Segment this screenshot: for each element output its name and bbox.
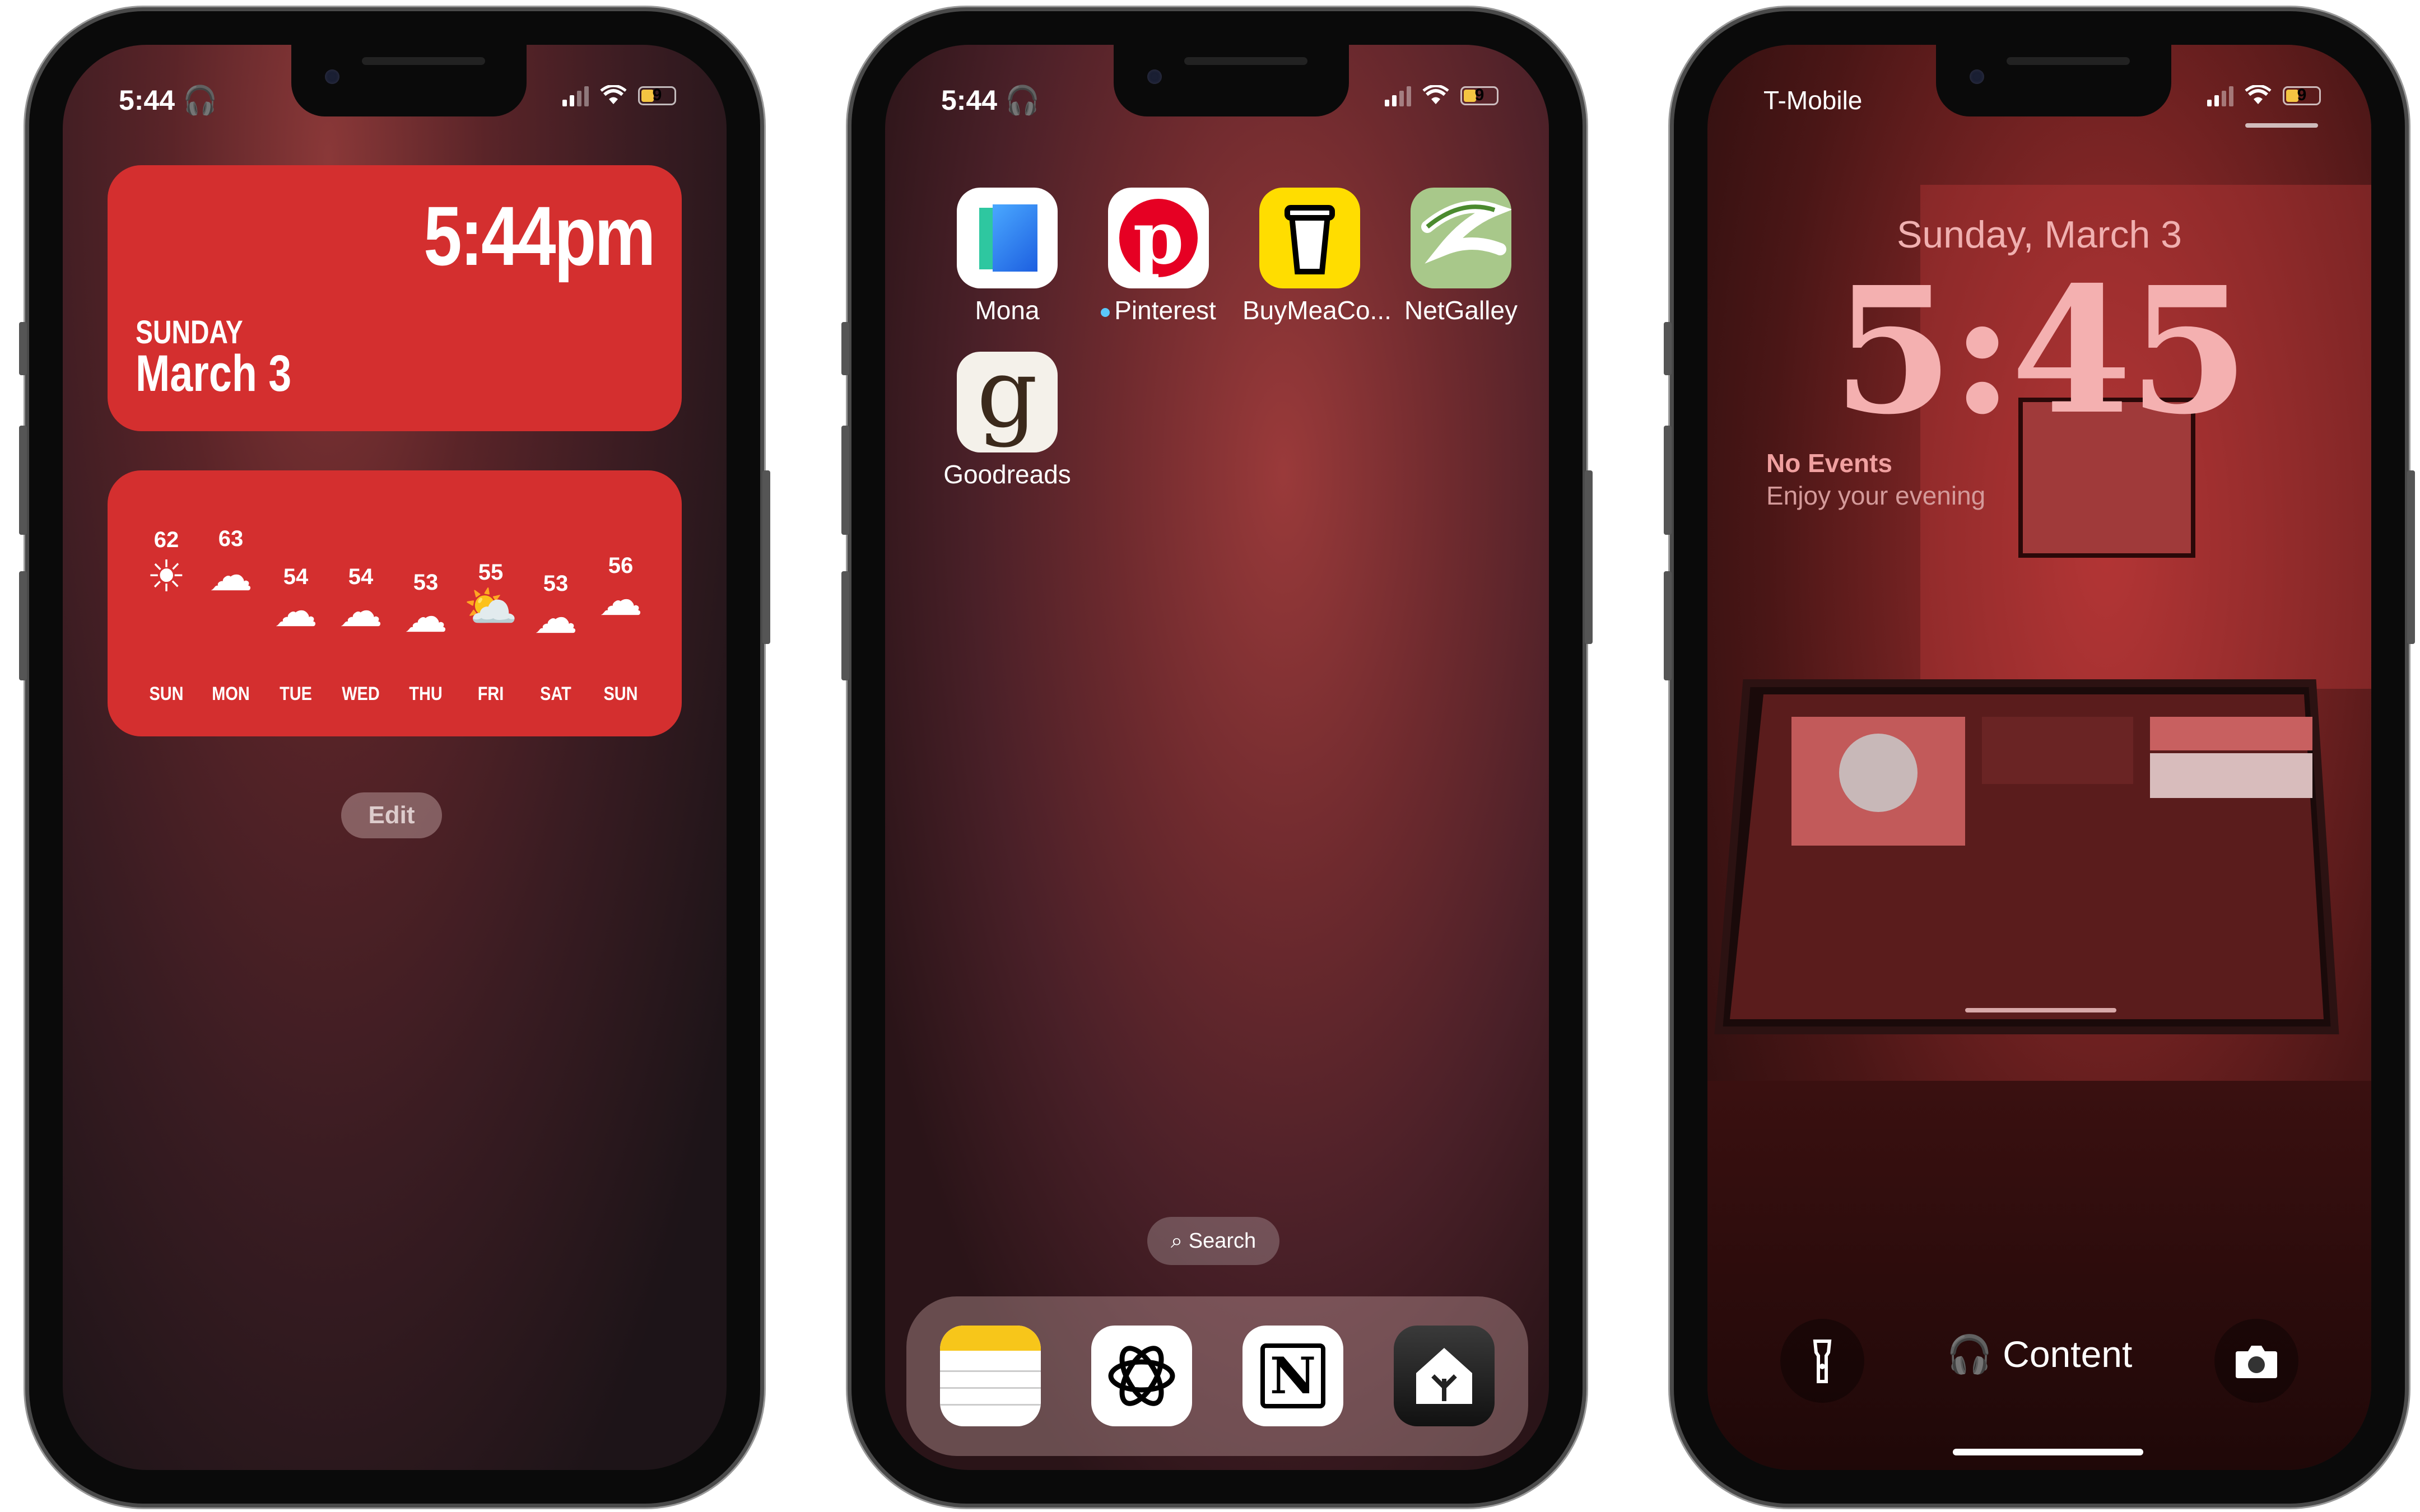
battery-icon: 9: [1460, 86, 1498, 105]
notch: [291, 45, 527, 116]
volume-up-button: [19, 426, 27, 535]
power-button: [1585, 470, 1593, 644]
speaker: [2007, 57, 2130, 65]
wifi-icon: [2245, 85, 2272, 104]
widget-date: March 3: [136, 345, 292, 402]
headphones-icon: 🎧: [1946, 1333, 1993, 1375]
app-pinterest[interactable]: p Pinterest: [1091, 188, 1226, 325]
volume-down-button: [19, 571, 27, 680]
goodreads-app-icon: g: [957, 352, 1058, 452]
cellular-signal-icon: [2207, 85, 2233, 106]
volume-up-button: [1664, 426, 1672, 535]
headphones-icon: 🎧: [182, 85, 218, 116]
notes-app-icon[interactable]: [940, 1326, 1041, 1426]
calendar-events-title[interactable]: No Events: [1766, 448, 1892, 478]
lock-time: 5:45: [1832, 249, 2250, 453]
app-goodreads[interactable]: g Goodreads: [940, 352, 1074, 489]
screen: 5:44 🎧 9 Mona p Pinterest BuyMeaCo... Ne…: [885, 45, 1549, 1470]
status-time: 5:44 🎧: [941, 85, 1040, 116]
side-button: [19, 322, 27, 375]
notion-app-icon[interactable]: N: [1242, 1326, 1343, 1426]
notch: [1936, 45, 2171, 116]
side-button: [1664, 322, 1672, 375]
control-center-indicator[interactable]: [2245, 123, 2318, 128]
clock-widget[interactable]: 5:44pm SUNDAY March 3: [108, 165, 682, 431]
widget-time: 5:44pm: [423, 189, 655, 283]
mona-app-icon: [957, 188, 1058, 288]
buymeacoffee-app-icon: [1259, 188, 1360, 288]
speaker: [362, 57, 485, 65]
side-button: [841, 322, 849, 375]
search-icon: ⌕: [1170, 1229, 1183, 1253]
notch: [1114, 45, 1349, 116]
partly-cloudy-icon: ⛅: [463, 582, 518, 631]
front-camera: [325, 69, 339, 84]
rain-icon: ☁: [404, 592, 448, 641]
rain-icon: ☁: [534, 593, 578, 642]
search-pill[interactable]: ⌕ Search: [1147, 1217, 1279, 1265]
new-badge-dot: [1101, 307, 1110, 317]
speaker: [1184, 57, 1307, 65]
wifi-icon: [1422, 85, 1449, 104]
screen: 5:44 🎧 9 5:44pm SUNDAY March 3 62 ☀ SUN …: [63, 45, 727, 1470]
volume-up-button: [841, 426, 849, 535]
volume-down-button: [1664, 571, 1672, 680]
cellular-signal-icon: [1385, 85, 1411, 106]
front-camera: [1147, 69, 1162, 84]
app-netgalley[interactable]: NetGalley: [1394, 188, 1528, 325]
home-indicator[interactable]: [1953, 1449, 2143, 1455]
cellular-signal-icon: [562, 85, 589, 106]
status-time: 5:44 🎧: [119, 85, 218, 116]
app-buymeacoffee[interactable]: BuyMeaCo...: [1242, 188, 1392, 325]
wallpaper-floor: [1707, 1081, 2371, 1470]
rain-icon: ☁: [599, 575, 643, 624]
sun-icon: ☀: [147, 552, 186, 601]
rain-icon: ☁: [339, 586, 383, 636]
phone-lock-screen: T-Mobile 9 Sunday, March 3 5:45 No Event…: [1664, 11, 2415, 1504]
home-app-icon[interactable]: [1394, 1326, 1495, 1426]
calendar-events-subtitle: Enjoy your evening: [1766, 481, 1986, 510]
headphones-icon: 🎧: [1004, 85, 1040, 116]
wifi-icon: [600, 85, 627, 104]
volume-down-button: [841, 571, 849, 680]
power-button: [762, 470, 770, 644]
camera-button[interactable]: [2214, 1319, 2298, 1403]
pinterest-app-icon: p: [1108, 188, 1209, 288]
phone-home-screen: 5:44 🎧 9 Mona p Pinterest BuyMeaCo... Ne…: [841, 11, 1593, 1504]
edit-button[interactable]: Edit: [341, 792, 442, 838]
power-button: [2407, 470, 2415, 644]
cloud-icon: ☁: [209, 550, 253, 600]
phone-widgets: 5:44 🎧 9 5:44pm SUNDAY March 3 62 ☀ SUN …: [19, 11, 770, 1504]
app-mona[interactable]: Mona: [940, 188, 1074, 325]
netgalley-app-icon: [1411, 188, 1511, 288]
weather-widget[interactable]: 62 ☀ SUN 63 ☁ MON 54 ☁ TUE 54 ☁ WED 53 ☁: [108, 470, 682, 736]
chatgpt-app-icon[interactable]: [1091, 1326, 1192, 1426]
dock: N: [906, 1296, 1528, 1456]
screen: T-Mobile 9 Sunday, March 3 5:45 No Event…: [1707, 45, 2371, 1470]
battery-icon: 9: [2283, 86, 2321, 105]
front-camera: [1970, 69, 1984, 84]
rain-icon: ☁: [274, 586, 318, 636]
wallpaper-ipad: [1713, 672, 2346, 1058]
battery-icon: 9: [638, 86, 676, 105]
camera-icon: [2236, 1346, 2277, 1378]
